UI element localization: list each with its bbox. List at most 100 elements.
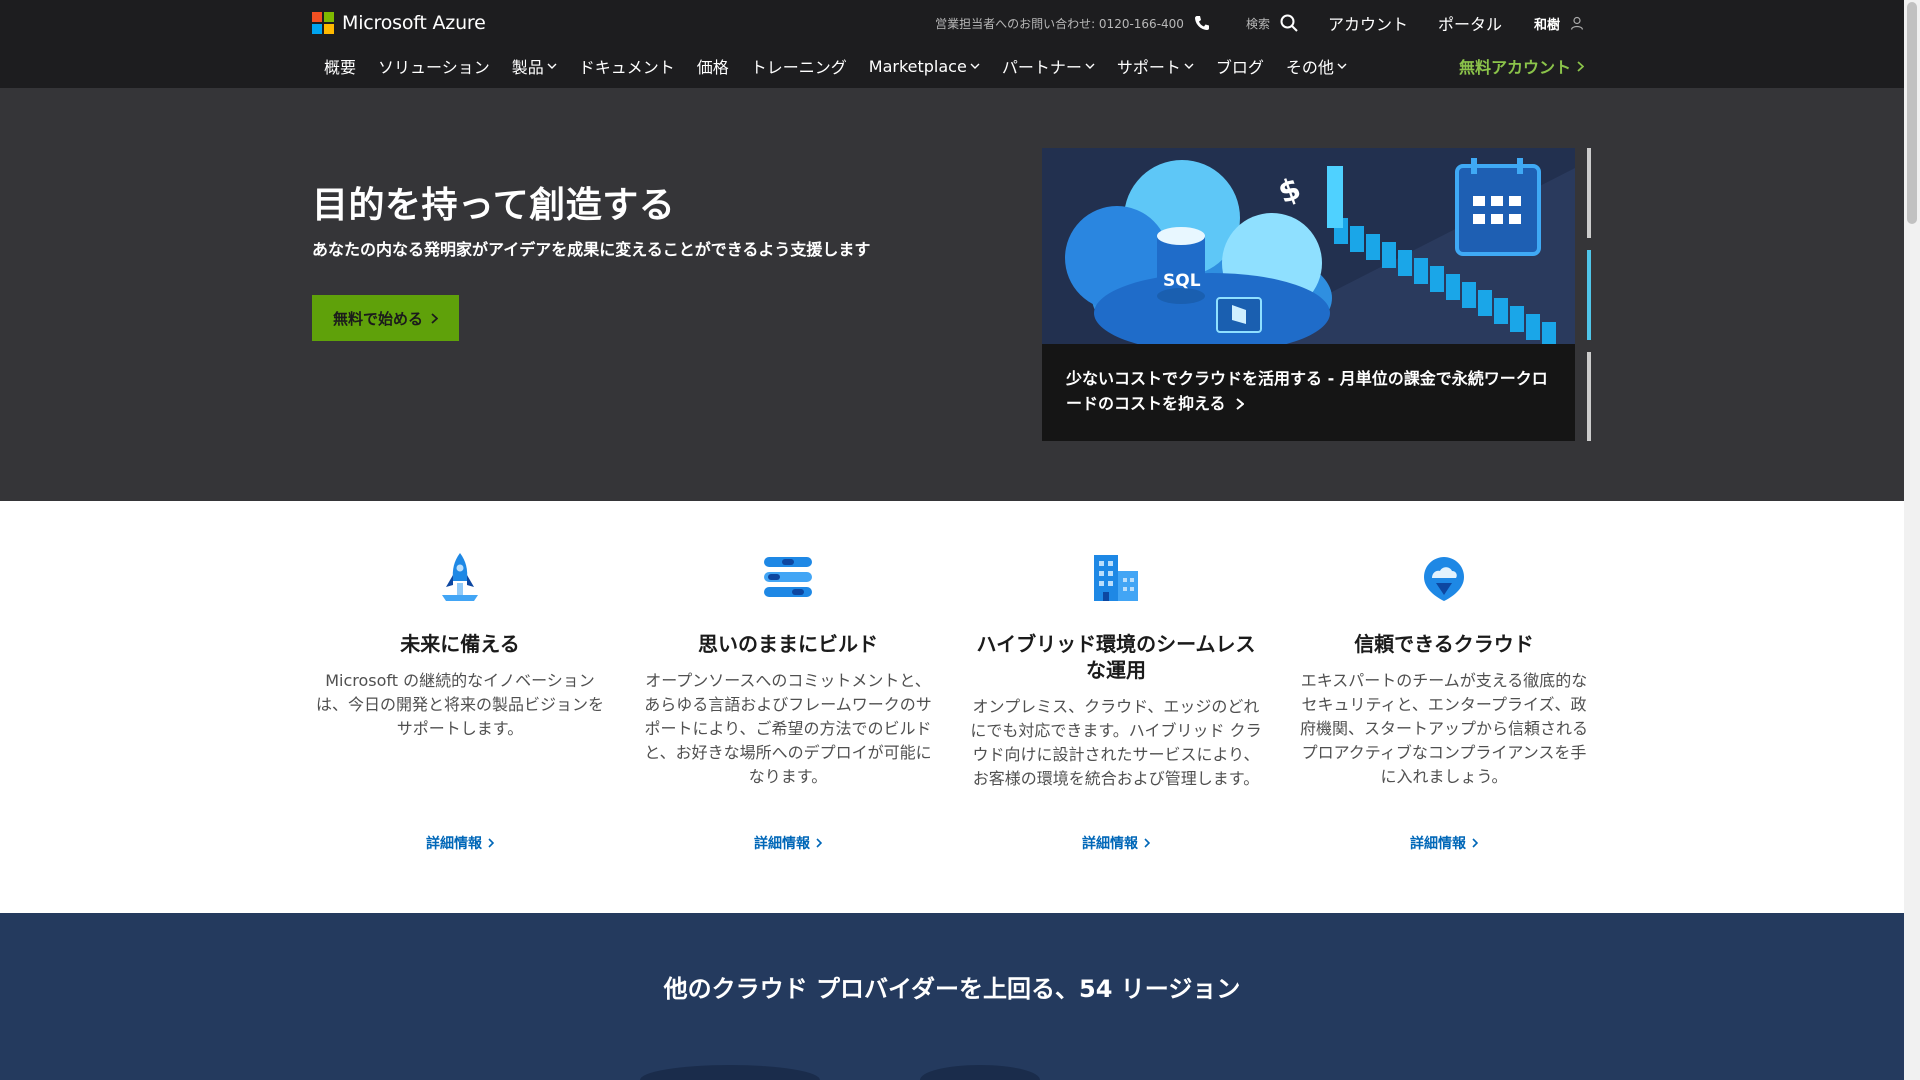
features-section: 未来に備える Microsoft の継続的なイノベーション は、今日の開発と将来の製… [0, 501, 1904, 913]
feature-description-line: Microsoft の継続的なイノベーション [325, 671, 595, 690]
building-icon [1094, 555, 1138, 601]
nav-item-4[interactable]: 価格 [686, 54, 740, 78]
feature-card: ハイブリッド環境のシームレス な運用オンプレミス、クラウド、エッジのどれ にでも対応… [968, 551, 1264, 852]
feature-description-line: サポートします。 [396, 719, 524, 738]
brand-name: Microsoft Azure [342, 12, 486, 34]
phone-icon[interactable] [1194, 15, 1210, 31]
chevron-right-icon [1472, 838, 1478, 848]
user-icon[interactable] [1570, 16, 1584, 30]
free-account-link[interactable]: 無料アカウント [1459, 54, 1584, 78]
feature-card: 信頼できるクラウドエキスパートのチームが支える徹底的な セキュリティと、エンタープ… [1296, 551, 1592, 852]
hero-title: 目的を持って創造する [312, 185, 676, 226]
feature-description-line: と、お好きな場所へのデプロイが可能に [644, 743, 932, 762]
rocket-icon [442, 553, 478, 601]
chevron-right-icon [1235, 397, 1244, 410]
carousel-indicator-1[interactable] [1587, 148, 1591, 238]
chevron-down-icon [970, 63, 980, 69]
feature-title: 思いのままにビルド [640, 631, 936, 657]
carousel-indicator-2[interactable] [1587, 250, 1591, 340]
sales-contact-link[interactable]: 営業担当者へのお問い合わせ: 0120-166-400 [935, 15, 1184, 32]
feature-learn-more-link[interactable]: 詳細情報 [968, 833, 1264, 853]
feature-description-line: プロアクティブなコンプライアンスを手 [1301, 743, 1587, 762]
regions-title: 他のクラウド プロバイダーを上回る、54 リージョン [663, 975, 1241, 1003]
microsoft-azure-logo[interactable]: Microsoft Azure [312, 12, 486, 34]
feature-description: Microsoft の継続的なイノベーション は、今日の開発と将来の製品ビジョンを… [312, 669, 608, 741]
nav-item-label: ブログ [1215, 58, 1264, 77]
build-icon [764, 557, 812, 597]
feature-learn-more-link[interactable]: 詳細情報 [312, 833, 608, 853]
carousel-indicator-3[interactable] [1587, 352, 1591, 441]
utility-bar: 営業担当者へのお問い合わせ: 0120-166-400 検索 アカウント ポータ… [935, 12, 1584, 34]
sql-badge: SQL [1163, 271, 1201, 291]
feature-description-line: オンプレミス、クラウド、エッジのどれ [972, 697, 1260, 716]
feature-description-line: あらゆる言語およびフレームワークのサ [644, 695, 932, 714]
feature-title: 信頼できるクラウド [1296, 631, 1592, 657]
nav-item-10[interactable]: その他 [1275, 54, 1358, 78]
nav-item-2[interactable]: 製品 [501, 54, 568, 78]
nav-item-label: その他 [1285, 58, 1334, 77]
feature-description-line: は、今日の開発と将来の製品ビジョンを [315, 695, 604, 714]
nav-item-label: トレーニング [750, 58, 847, 77]
chevron-right-icon [1144, 838, 1150, 848]
search-label[interactable]: 検索 [1246, 15, 1270, 32]
feature-card: 思いのままにビルドオープンソースへのコミットメントと、 あらゆる言語およびフレーム… [640, 551, 936, 852]
nav-item-8[interactable]: サポート [1106, 54, 1205, 78]
hero-subtitle: あなたの内なる発明家がアイデアを成果に変えることができるよう支援します [312, 240, 871, 259]
feature-description: オープンソースへのコミットメントと、 あらゆる言語およびフレームワークのサ ポートに… [640, 669, 936, 789]
chevron-down-icon [1184, 63, 1194, 69]
page-scrollbar[interactable] [1904, 0, 1920, 1080]
feature-description-line: オープンソースへのコミットメントと、 [645, 671, 931, 690]
microsoft-logo-icon [312, 12, 334, 34]
chevron-down-icon [1085, 63, 1095, 69]
feature-title: 未来に備える [312, 631, 608, 657]
nav-item-label: ドキュメント [578, 58, 675, 77]
chevron-right-icon [816, 838, 822, 848]
feature-learn-more-link[interactable]: 詳細情報 [1296, 833, 1592, 853]
start-free-button[interactable]: 無料で始める [312, 295, 459, 341]
nav-item-9[interactable]: ブログ [1205, 54, 1275, 78]
feature-description: エキスパートのチームが支える徹底的な セキュリティと、エンタープライズ、政 府機関、… [1296, 669, 1592, 789]
nav-item-7[interactable]: パートナー [991, 54, 1106, 78]
nav-item-label: 価格 [696, 58, 729, 77]
hero-carousel-slide[interactable]: $ SQL 少ないコストでクラウドを活用する - 月単位の課金で永続ワークロ ー… [1042, 148, 1575, 441]
world-map-fragment [920, 1065, 1040, 1080]
nav-item-6[interactable]: Marketplace [858, 57, 991, 76]
start-free-label: 無料で始める [332, 309, 423, 328]
feature-title-line: ハイブリッド環境のシームレス [976, 632, 1256, 656]
nav-item-1[interactable]: ソリューション [367, 54, 501, 78]
nav-item-0[interactable]: 概要 [312, 54, 367, 78]
feature-description-line: エキスパートのチームが支える徹底的な [1300, 671, 1588, 690]
nav-item-3[interactable]: ドキュメント [568, 54, 686, 78]
nav-item-5[interactable]: トレーニング [740, 54, 858, 78]
feature-learn-more-link[interactable]: 詳細情報 [640, 833, 936, 853]
portal-link[interactable]: ポータル [1438, 11, 1502, 35]
feature-description-line: お客様の環境を統合および管理します。 [972, 769, 1260, 788]
chevron-right-icon [431, 312, 438, 324]
regions-section: 他のクラウド プロバイダーを上回る、54 リージョン [0, 913, 1904, 1080]
feature-description: オンプレミス、クラウド、エッジのどれ にでも対応できます。ハイブリッド クラ ウド向… [968, 695, 1264, 791]
free-account-label: 無料アカウント [1458, 58, 1571, 77]
user-name[interactable]: 和樹 [1534, 14, 1560, 33]
nav-item-label: Marketplace [868, 56, 967, 76]
chevron-right-icon [1577, 60, 1584, 72]
learn-more-label: 詳細情報 [1082, 836, 1138, 852]
account-link[interactable]: アカウント [1328, 11, 1408, 35]
feature-title-line: な運用 [1086, 658, 1146, 682]
feature-title-line: 思いのままにビルド [698, 632, 878, 656]
carousel-caption-line2: ードのコストを抑える [1066, 394, 1226, 413]
shield-cloud-icon [1424, 557, 1464, 601]
nav-item-label: サポート [1116, 58, 1181, 77]
learn-more-label: 詳細情報 [1410, 836, 1466, 852]
hero-section: 目的を持って創造する あなたの内なる発明家がアイデアを成果に変えることができるよ… [0, 88, 1904, 501]
nav-item-label: 製品 [511, 58, 544, 77]
cloud-database-illustration: $ SQL [1042, 148, 1575, 348]
feature-title: ハイブリッド環境のシームレス な運用 [968, 631, 1264, 683]
main-nav: 概要 ソリューション 製品 ドキュメント 価格 トレーニング Marketplace パートナ… [312, 54, 1358, 78]
learn-more-label: 詳細情報 [426, 836, 482, 852]
feature-description-line: ポートにより、ご希望の方法でのビルド [644, 719, 932, 738]
search-icon[interactable] [1280, 14, 1298, 32]
carousel-caption[interactable]: 少ないコストでクラウドを活用する - 月単位の課金で永続ワークロ ードのコストを… [1042, 344, 1575, 441]
feature-description-line: なります。 [748, 767, 828, 786]
nav-item-label: 概要 [324, 58, 357, 77]
scrollbar-thumb[interactable] [1907, 2, 1917, 224]
